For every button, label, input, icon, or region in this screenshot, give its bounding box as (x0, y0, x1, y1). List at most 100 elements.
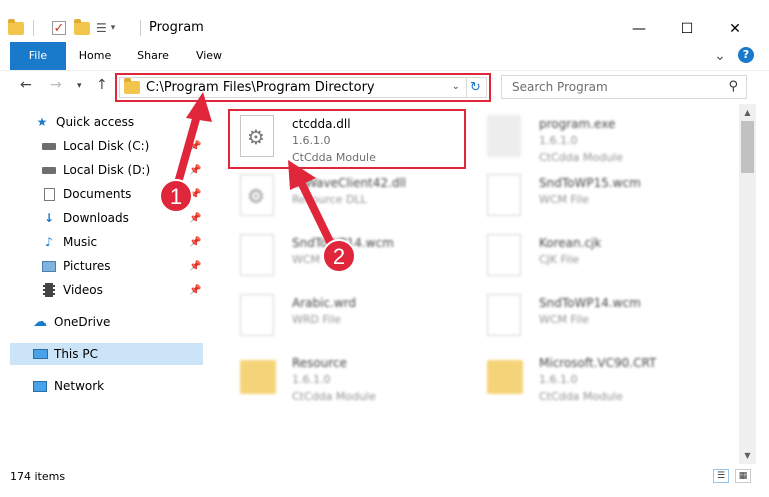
file-type: Resource DLL (292, 193, 367, 206)
network-icon (32, 379, 48, 393)
file-name: SndToWP14.wcm (292, 236, 394, 250)
sidebar-item-local-disk-d[interactable]: Local Disk (D:) 📌 (41, 159, 244, 181)
file-icon (487, 294, 521, 336)
file-item-program-exe[interactable]: program.exe 1.6.1.0 CtCdda Module (475, 109, 715, 169)
minimize-button[interactable]: — (616, 16, 662, 42)
ribbon-expand-button[interactable]: ⌄ (712, 42, 728, 70)
download-icon: ↓ (43, 211, 55, 225)
address-path: C:\Program Files\Program Directory (146, 80, 375, 95)
folder-icon (240, 360, 276, 394)
properties-button[interactable]: ✓ (52, 17, 66, 39)
tab-share[interactable]: Share (130, 42, 176, 70)
file-type: WRD File (292, 313, 341, 326)
file-item[interactable]: SndToWP15.wcm WCM File (475, 168, 715, 228)
cloud-icon: ☁ (33, 314, 47, 330)
address-bar[interactable]: C:\Program Files\Program Directory ⌄ (119, 77, 467, 98)
sidebar-item-downloads[interactable]: ↓ Downloads 📌 (41, 207, 244, 229)
scroll-thumb[interactable] (741, 121, 754, 173)
star-icon: ★ (36, 115, 48, 129)
file-description: CtCdda Module (292, 390, 376, 403)
chevron-down-icon[interactable]: ⌄ (452, 81, 460, 92)
file-highlight-box (228, 109, 466, 169)
sidebar-item-quick-access[interactable]: ★ Quick access (34, 111, 237, 133)
arrow-up-icon: ↑ (96, 77, 108, 93)
ribbon: File Home Share View ⌄ ? (0, 42, 769, 70)
new-folder-icon (74, 18, 90, 35)
computer-icon (32, 347, 48, 361)
checkmark-icon: ✓ (52, 20, 66, 36)
folder-icon (487, 360, 523, 394)
details-view-button[interactable]: ☰ (713, 469, 729, 483)
file-type: WCM File (539, 193, 589, 206)
sidebar-item-music[interactable]: ♪ Music 📌 (41, 231, 244, 253)
file-type: WCM File (292, 253, 342, 266)
item-count: 174 items (10, 470, 66, 483)
sidebar-item-this-pc[interactable]: This PC (10, 343, 203, 365)
address-row: ← → ▾ ↑ C:\Program Files\Program Directo… (0, 70, 769, 104)
sidebar-item-label: This PC (54, 347, 98, 361)
file-type: CJK File (539, 253, 580, 266)
file-name: Resource (292, 356, 348, 370)
file-description: CtCdda Module (539, 151, 623, 164)
folder-icon (8, 18, 24, 35)
search-placeholder: Search Program (512, 80, 608, 94)
chevron-down-icon: ▾ (110, 23, 116, 33)
sidebar-item-label: Pictures (63, 259, 111, 273)
pin-icon: 📌 (189, 164, 202, 176)
file-description: CtCdda Module (539, 390, 623, 403)
file-name: Microsoft.VC90.CRT (539, 356, 657, 370)
large-icons-view-button[interactable]: ▦ (735, 469, 751, 483)
drive-icon (41, 163, 57, 177)
maximize-button[interactable]: ☐ (664, 16, 710, 42)
sidebar-item-label: Videos (63, 283, 103, 297)
vertical-scrollbar[interactable]: ▲ ▼ (739, 104, 756, 464)
file-name: SndToWP15.wcm (539, 176, 641, 190)
file-item[interactable]: SndToWP14.wcm WCM File (475, 288, 715, 348)
chevron-down-icon: ▾ (77, 81, 82, 91)
refresh-button[interactable]: ↻ (465, 77, 487, 98)
close-button[interactable]: ✕ (712, 16, 758, 42)
documents-icon (41, 187, 57, 201)
up-button[interactable]: ↑ (96, 77, 108, 93)
file-item[interactable]: SndToWP14.wcm WCM File (228, 228, 468, 288)
folder-item[interactable]: Microsoft.VC90.CRT 1.6.1.0 CtCdda Module (475, 348, 715, 408)
file-icon (487, 234, 521, 276)
grid-icon: ▦ (738, 471, 748, 481)
recent-locations-button[interactable]: ▾ (77, 81, 82, 91)
sidebar-item-network[interactable]: Network (32, 375, 235, 397)
scroll-down-icon[interactable]: ▼ (739, 447, 756, 464)
tab-file[interactable]: File (10, 42, 66, 70)
file-icon (487, 174, 521, 216)
file-item[interactable]: Korean.cjk CJK File (475, 228, 715, 288)
file-version: 1.6.1.0 (539, 134, 578, 147)
file-icon (240, 294, 274, 336)
pin-icon: 📌 (189, 236, 202, 248)
sidebar-item-local-disk-c[interactable]: Local Disk (C:) 📌 (41, 135, 244, 157)
file-name: SndToWP14.wcm (539, 296, 641, 310)
back-button[interactable]: ← (20, 77, 32, 93)
folder-item[interactable]: Resource 1.6.1.0 CtCdda Module (228, 348, 468, 408)
sidebar-item-label: Music (63, 235, 98, 249)
title-bar: ✓ ☰ ▾ Program — ☐ ✕ (0, 0, 769, 42)
help-button[interactable]: ? (738, 47, 754, 63)
sidebar-item-pictures[interactable]: Pictures 📌 (41, 255, 244, 277)
videos-icon (41, 283, 57, 297)
sidebar-item-label: Network (54, 379, 105, 393)
search-input[interactable]: Search Program ⚲ (501, 75, 747, 99)
sidebar-item-videos[interactable]: Videos 📌 (41, 279, 244, 301)
file-icon (240, 234, 274, 276)
arrow-left-icon: ← (20, 77, 32, 93)
file-item[interactable]: ⚙ CtWaveClient42.dll Resource DLL (228, 168, 468, 228)
tab-view[interactable]: View (186, 42, 232, 70)
tab-home[interactable]: Home (72, 42, 118, 70)
file-version: 1.6.1.0 (539, 373, 578, 386)
window-title: Program (149, 20, 204, 35)
file-item[interactable]: Arabic.wrd WRD File (228, 288, 468, 348)
new-folder-button[interactable] (74, 17, 90, 39)
sidebar-item-documents[interactable]: Documents 📌 (41, 183, 244, 205)
customize-toolbar-button[interactable]: ☰ ▾ (96, 17, 115, 39)
sidebar-item-onedrive[interactable]: ☁ OneDrive (32, 311, 235, 333)
forward-button[interactable]: → (50, 77, 62, 93)
file-name: Arabic.wrd (292, 296, 357, 310)
scroll-up-icon[interactable]: ▲ (739, 104, 756, 121)
